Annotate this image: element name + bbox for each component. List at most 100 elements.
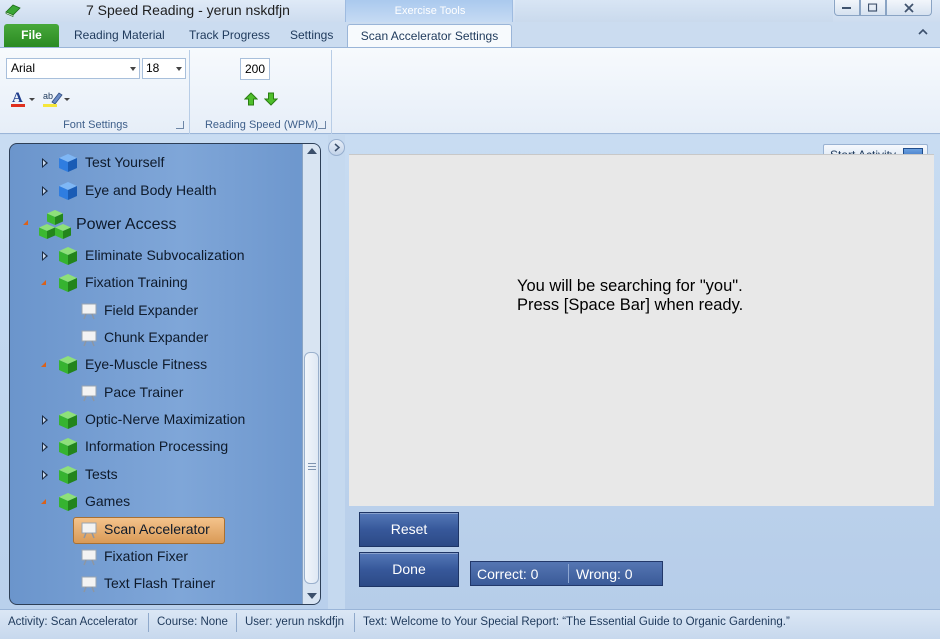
exercise-display[interactable]: You will be searching for "you". Press [… [349, 154, 934, 506]
exercise-icon [81, 576, 97, 593]
arrow-up-icon[interactable] [244, 92, 258, 106]
font-settings-group: Arial 18 A ab Font Settings [2, 50, 190, 134]
font-color-icon[interactable]: A [10, 89, 38, 109]
collapse-icon[interactable] [41, 499, 46, 504]
collapse-panel-button[interactable] [328, 139, 345, 156]
tab-file[interactable]: File [4, 24, 59, 47]
navigation-panel: Test Yourself Eye and Body Health Power … [0, 135, 328, 609]
scroll-up-icon[interactable] [307, 148, 317, 154]
svg-text:ab: ab [43, 91, 53, 101]
done-button[interactable]: Done [359, 552, 459, 587]
tree-item-fixation-fixer[interactable]: Fixation Fixer [10, 545, 300, 569]
tree-item-label: Scan Accelerator [104, 521, 210, 537]
reset-button[interactable]: Reset [359, 512, 459, 547]
chevron-right-icon [334, 143, 341, 152]
exercise-area: Start Activity You will be searching for… [345, 135, 940, 609]
minimize-button[interactable] [834, 0, 860, 16]
tree-item-label: Test Yourself [85, 154, 165, 170]
chevron-down-icon [130, 67, 136, 71]
tree-item-eye-body-health[interactable]: Eye and Body Health [10, 179, 300, 203]
status-text: Text: Welcome to Your Special Report: “T… [363, 616, 790, 628]
font-size-select[interactable]: 18 [142, 58, 186, 79]
ribbon-tab-bar: File Reading Material Track Progress Set… [0, 22, 940, 48]
tree-item-optic-nerve[interactable]: Optic-Nerve Maximization [10, 408, 300, 432]
dialog-launcher-icon[interactable] [318, 121, 326, 129]
expand-icon[interactable] [42, 470, 48, 480]
tab-settings[interactable]: Settings [290, 28, 333, 42]
font-family-select[interactable]: Arial [6, 58, 140, 79]
font-size-value: 18 [146, 61, 160, 75]
tree-item-pace-trainer[interactable]: Pace Trainer [10, 381, 300, 405]
collapse-icon[interactable] [41, 362, 46, 367]
tree-item-scan-accelerator[interactable]: Scan Accelerator [10, 518, 300, 542]
app-book-icon[interactable] [5, 3, 21, 17]
exercise-icon [81, 303, 97, 320]
scrollbar-thumb[interactable] [304, 352, 319, 584]
status-activity: Activity: Scan Accelerator [8, 616, 138, 628]
status-divider [354, 613, 355, 632]
tree-scrollbar[interactable] [302, 144, 320, 604]
tree-item-information-processing[interactable]: Information Processing [10, 435, 300, 459]
dialog-launcher-icon[interactable] [176, 121, 184, 129]
close-button[interactable] [886, 0, 932, 16]
tab-reading-material[interactable]: Reading Material [74, 28, 165, 42]
green-cube-icon [59, 438, 77, 456]
tree-item-label: Fixation Training [85, 274, 188, 290]
tree-item-text-flash-trainer[interactable]: Text Flash Trainer [10, 572, 300, 596]
scroll-down-icon[interactable] [307, 593, 317, 599]
status-divider [148, 613, 149, 632]
expand-icon[interactable] [42, 186, 48, 196]
grip-icon [308, 463, 316, 470]
tab-scan-accelerator-settings[interactable]: Scan Accelerator Settings [347, 24, 512, 48]
expand-icon[interactable] [42, 158, 48, 168]
expand-icon[interactable] [42, 251, 48, 261]
tree-item-tests[interactable]: Tests [10, 463, 300, 487]
svg-text:A: A [12, 90, 23, 106]
green-cube-icon [59, 493, 77, 511]
tree-item-label: Games [85, 493, 131, 509]
tree-item-label: Text Flash Trainer [104, 575, 216, 591]
title-bar: 7 Speed Reading - yerun nskdfjn Exercise… [0, 0, 940, 24]
tree-item-label: Pace Trainer [104, 384, 184, 400]
tree-item-eye-muscle-fitness[interactable]: Eye-Muscle Fitness [10, 353, 300, 377]
tree-item-chunk-expander[interactable]: Chunk Expander [10, 326, 300, 350]
reading-speed-label: Reading Speed (WPM) [204, 119, 319, 131]
green-cube-icon [59, 247, 77, 265]
exercise-prompt: You will be searching for "you". Press [… [517, 277, 743, 315]
tree-item-field-expander[interactable]: Field Expander [10, 299, 300, 323]
collapse-icon[interactable] [41, 280, 46, 285]
expand-icon[interactable] [42, 415, 48, 425]
tree-item-games[interactable]: Games [10, 490, 300, 514]
score-panel: Correct: 0 Wrong: 0 [470, 561, 663, 586]
tab-track-progress[interactable]: Track Progress [189, 28, 270, 42]
correct-count: Correct: 0 [477, 566, 539, 582]
expand-icon[interactable] [42, 442, 48, 452]
tree-item-label: Power Access [76, 216, 177, 233]
tree-item-eliminate-subvocalization[interactable]: Eliminate Subvocalization [10, 244, 300, 268]
tree-item-fixation-training[interactable]: Fixation Training [10, 271, 300, 295]
maximize-button[interactable] [860, 0, 886, 16]
wpm-input[interactable]: 200 [240, 58, 270, 80]
context-tab-group-label: Exercise Tools [394, 5, 466, 17]
exercise-icon [81, 522, 97, 539]
tree-item-label: Eye and Body Health [85, 182, 217, 198]
chevron-up-icon[interactable] [918, 28, 928, 35]
tree-item-power-access[interactable]: Power Access [10, 208, 300, 242]
green-cube-icon [59, 466, 77, 484]
prompt-line-2: Press [Space Bar] when ready. [517, 296, 744, 314]
font-settings-label: Font Settings [63, 119, 128, 131]
tree-item-label: Information Processing [85, 438, 229, 454]
tree-item-label: Eliminate Subvocalization [85, 247, 245, 263]
tree-item-test-yourself[interactable]: Test Yourself [10, 151, 300, 175]
collapse-icon[interactable] [23, 220, 28, 225]
arrow-down-icon[interactable] [264, 92, 278, 106]
status-divider [236, 613, 237, 632]
status-course: Course: None [157, 616, 228, 628]
reading-speed-group: 200 Reading Speed (WPM) [192, 50, 332, 134]
green-cubes-icon [39, 210, 71, 239]
green-cube-icon [59, 274, 77, 292]
tree-item-label: Field Expander [104, 302, 199, 318]
highlight-color-icon[interactable]: ab [42, 89, 72, 109]
tree-item-label: Tests [85, 466, 118, 482]
status-user: User: yerun nskdfjn [245, 616, 345, 628]
